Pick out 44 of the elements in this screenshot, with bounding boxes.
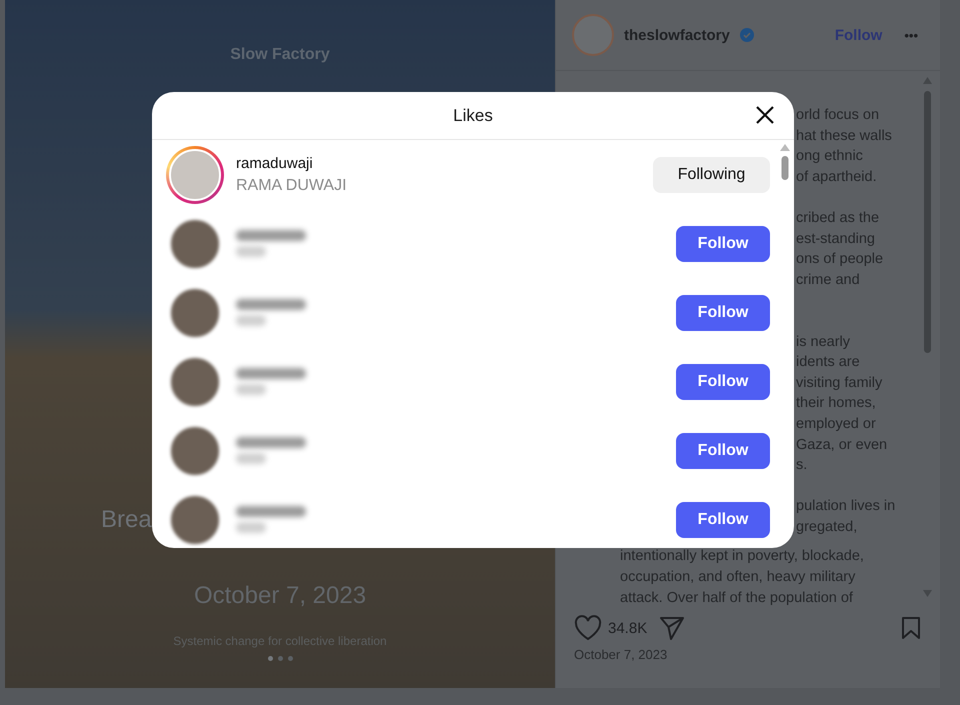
caption-line: hat these walls xyxy=(796,126,892,146)
caption-line: ong ethnic xyxy=(796,147,863,166)
caption-line: visiting family xyxy=(796,374,882,393)
caption-line: pulation lives in xyxy=(796,497,896,516)
caption-line: attack. Over half of the population of xyxy=(620,588,853,608)
caption-line: s. xyxy=(796,456,808,476)
bookmark-icon[interactable] xyxy=(900,616,922,640)
caption-line: is nearly xyxy=(796,332,850,352)
caption-line: orld focus on xyxy=(796,106,880,125)
blurred-full-name xyxy=(236,246,266,257)
caption-line: gregated, xyxy=(796,518,858,537)
headline-text: Brea xyxy=(101,506,152,534)
blurred-full-name xyxy=(236,315,266,326)
caption-line: est-standing xyxy=(796,230,875,249)
blurred-full-name xyxy=(236,384,266,395)
carousel-dot[interactable] xyxy=(288,656,292,661)
caption-line: cribed as the xyxy=(796,208,880,228)
caption-line: ons of people xyxy=(796,250,884,270)
full-name: RAMA DUWAJI xyxy=(236,176,347,194)
likes-count[interactable]: 34.8K xyxy=(608,620,648,636)
carousel-dot[interactable] xyxy=(268,656,272,661)
caption-line: of apartheid. xyxy=(796,168,877,187)
follow-button[interactable]: Follow xyxy=(676,226,770,262)
dialog-title: Likes xyxy=(453,106,493,126)
blurred-full-name xyxy=(236,522,266,533)
following-button[interactable]: Following xyxy=(653,156,770,192)
follow-button[interactable]: Follow xyxy=(676,364,770,400)
more-button[interactable]: ••• xyxy=(892,28,924,42)
caption-line: occupation, and often, heavy military xyxy=(620,568,856,588)
caption-line: employed or xyxy=(796,414,876,434)
username[interactable]: ramaduwaji xyxy=(236,154,347,172)
caption-line: idents are xyxy=(796,353,860,372)
follow-button[interactable]: Follow xyxy=(676,432,770,468)
caption-line: their homes, xyxy=(796,394,876,414)
follow-button[interactable]: Follow xyxy=(676,502,770,538)
blurred-full-name xyxy=(236,453,266,464)
caption-line: crime and xyxy=(796,270,860,290)
send-icon[interactable] xyxy=(659,615,686,641)
heart-icon[interactable] xyxy=(574,615,602,641)
caption-line: intentionally kept in poverty, blockade, xyxy=(620,547,864,566)
follow-button[interactable]: Follow xyxy=(676,294,770,330)
carousel-dot[interactable] xyxy=(278,656,282,661)
close-button[interactable] xyxy=(754,104,776,126)
caption-line: Gaza, or even xyxy=(796,436,888,454)
